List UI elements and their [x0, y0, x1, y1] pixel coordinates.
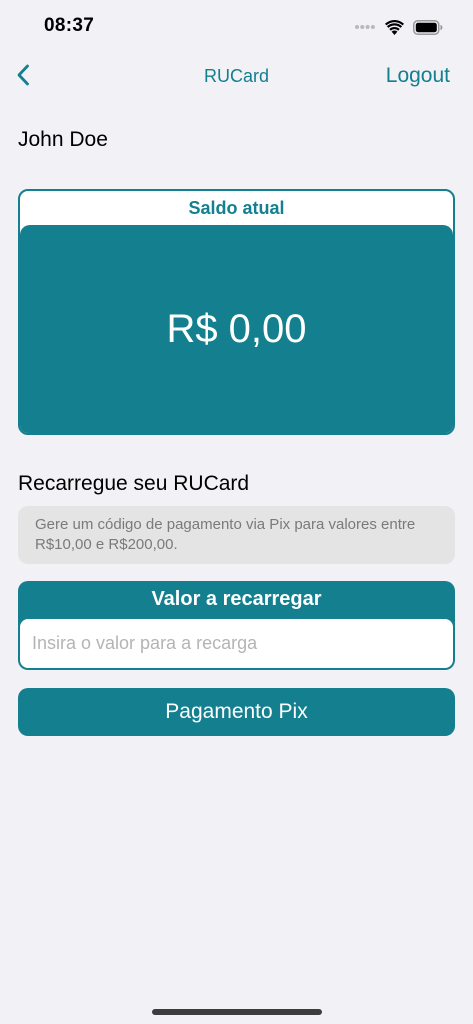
wifi-icon [385, 19, 404, 35]
balance-value: R$ 0,00 [166, 306, 307, 351]
pix-payment-button[interactable]: Pagamento Pix [18, 688, 455, 736]
recharge-info-box: Gere um código de pagamento via Pix para… [18, 506, 455, 564]
signal-dots-icon [354, 24, 376, 30]
navigation-bar: RUCard Logout [0, 54, 473, 100]
balance-body: R$ 0,00 [20, 225, 453, 433]
status-bar: 08:37 [0, 0, 473, 54]
battery-icon [413, 19, 443, 35]
pix-payment-button-label: Pagamento Pix [165, 700, 308, 723]
home-indicator [152, 1009, 322, 1015]
balance-label: Saldo atual [188, 198, 285, 218]
recharge-title: Recarregue seu RUCard [18, 472, 250, 495]
balance-card: Saldo atual R$ 0,00 [18, 189, 455, 435]
user-name: John Doe [18, 128, 108, 151]
amount-card: Valor a recarregar [18, 581, 455, 670]
status-icons [354, 18, 443, 36]
amount-input[interactable] [20, 619, 453, 668]
recharge-info-text: Gere um código de pagamento via Pix para… [35, 516, 416, 553]
status-time: 08:37 [44, 15, 95, 36]
amount-label: Valor a recarregar [151, 588, 322, 610]
logout-button[interactable]: Logout [386, 64, 450, 88]
